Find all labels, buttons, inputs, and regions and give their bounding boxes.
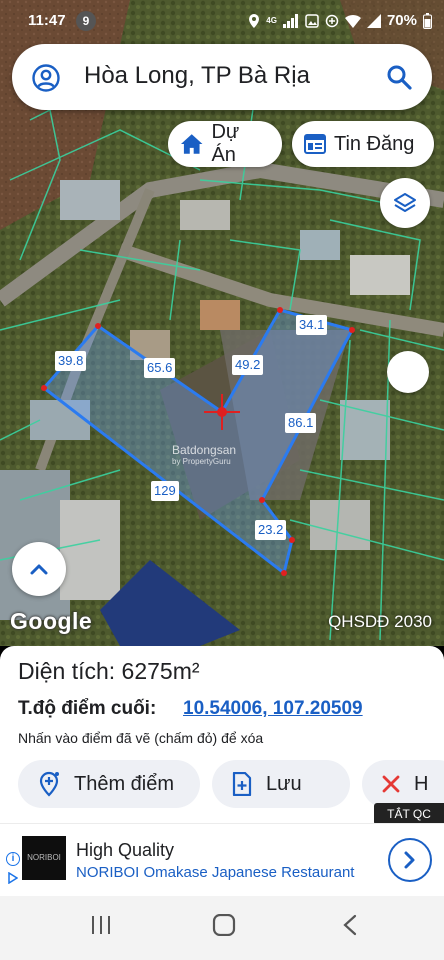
home-button-icon[interactable] <box>212 914 236 936</box>
signal-icon <box>366 13 381 28</box>
listing-icon <box>304 134 326 154</box>
ad-subtitle: NORIBOI Omakase Japanese Restaurant <box>76 864 355 881</box>
network-type: 4G <box>266 15 277 25</box>
data-saver-icon <box>325 14 339 27</box>
account-icon[interactable] <box>32 64 60 92</box>
delete-label: H <box>414 772 429 795</box>
dimension-label: 86.1 <box>285 413 317 433</box>
layers-icon <box>394 193 416 212</box>
location-dot-button[interactable] <box>387 351 429 393</box>
notification-count-badge: 9 <box>76 11 96 31</box>
chevron-up-icon <box>30 564 48 575</box>
google-logo: Google <box>10 608 93 634</box>
add-point-button[interactable]: Thêm điểm <box>18 760 200 808</box>
signal-icon <box>282 13 298 28</box>
dimension-label: 129 <box>151 481 179 501</box>
layers-button[interactable] <box>380 178 430 228</box>
dimension-label: 23.2 <box>255 520 287 540</box>
ad-title: High Quality <box>76 840 175 860</box>
save-file-icon <box>232 772 252 796</box>
dimension-label: 49.2 <box>232 355 264 375</box>
ad-info-icon[interactable]: i <box>6 852 20 866</box>
watermark: Batdongsan by PropertyGuru <box>172 443 237 466</box>
system-nav-bar <box>0 896 444 960</box>
back-icon[interactable] <box>342 914 358 936</box>
plan-layer-label: QHSDĐ 2030 <box>328 612 432 631</box>
du-an-button[interactable]: Dự Án <box>168 121 282 167</box>
delete-hint: Nhấn vào điểm đã vẽ (chấm đỏ) để xóa <box>18 730 264 746</box>
delete-button[interactable]: H <box>362 760 444 808</box>
ad-logo: NORIBOI <box>22 836 66 880</box>
dimension-label: 34.1 <box>296 315 328 335</box>
location-icon <box>249 13 260 28</box>
image-icon <box>305 13 319 28</box>
search-bar[interactable]: Hòa Long, TP Bà Rịa <box>12 44 432 110</box>
recent-apps-icon[interactable] <box>90 914 112 936</box>
close-icon <box>382 775 400 793</box>
add-point-label: Thêm điểm <box>74 772 175 795</box>
search-query[interactable]: Hòa Long, TP Bà Rịa <box>84 62 310 90</box>
status-bar: 11:47 9 4G 70% <box>0 0 444 40</box>
status-time: 11:47 <box>28 12 66 29</box>
dimension-label: 65.6 <box>144 358 176 378</box>
save-button[interactable]: Lưu <box>212 760 350 808</box>
expand-up-button[interactable] <box>12 542 66 596</box>
close-ads-button[interactable]: TẮT QC <box>374 803 444 825</box>
wifi-icon <box>344 14 361 28</box>
last-point-coordinates-link[interactable]: 10.54006, 107.20509 <box>183 698 363 720</box>
ad-choices-icon[interactable] <box>8 872 18 884</box>
last-point-label: T.độ điểm cuối: <box>18 698 157 719</box>
du-an-label: Dự Án <box>211 121 240 166</box>
add-location-icon <box>39 771 59 797</box>
map-view[interactable]: 39.8 65.6 49.2 34.1 86.1 129 23.2 Batdon… <box>0 0 444 646</box>
dimension-label: 39.8 <box>55 351 87 371</box>
tin-dang-button[interactable]: Tin Đăng <box>292 121 434 167</box>
area-value: Diện tích: 6275m² <box>18 658 200 684</box>
battery-level: 70% <box>386 12 417 29</box>
chevron-right-icon <box>404 851 415 869</box>
tin-dang-label: Tin Đăng <box>334 132 415 155</box>
ad-banner[interactable]: i NORIBOI High Quality NORIBOI Omakase J… <box>0 823 444 896</box>
save-label: Lưu <box>266 772 302 795</box>
battery-icon <box>423 12 432 29</box>
home-icon <box>180 134 203 154</box>
ad-open-button[interactable] <box>388 838 432 882</box>
search-icon[interactable] <box>386 64 412 90</box>
